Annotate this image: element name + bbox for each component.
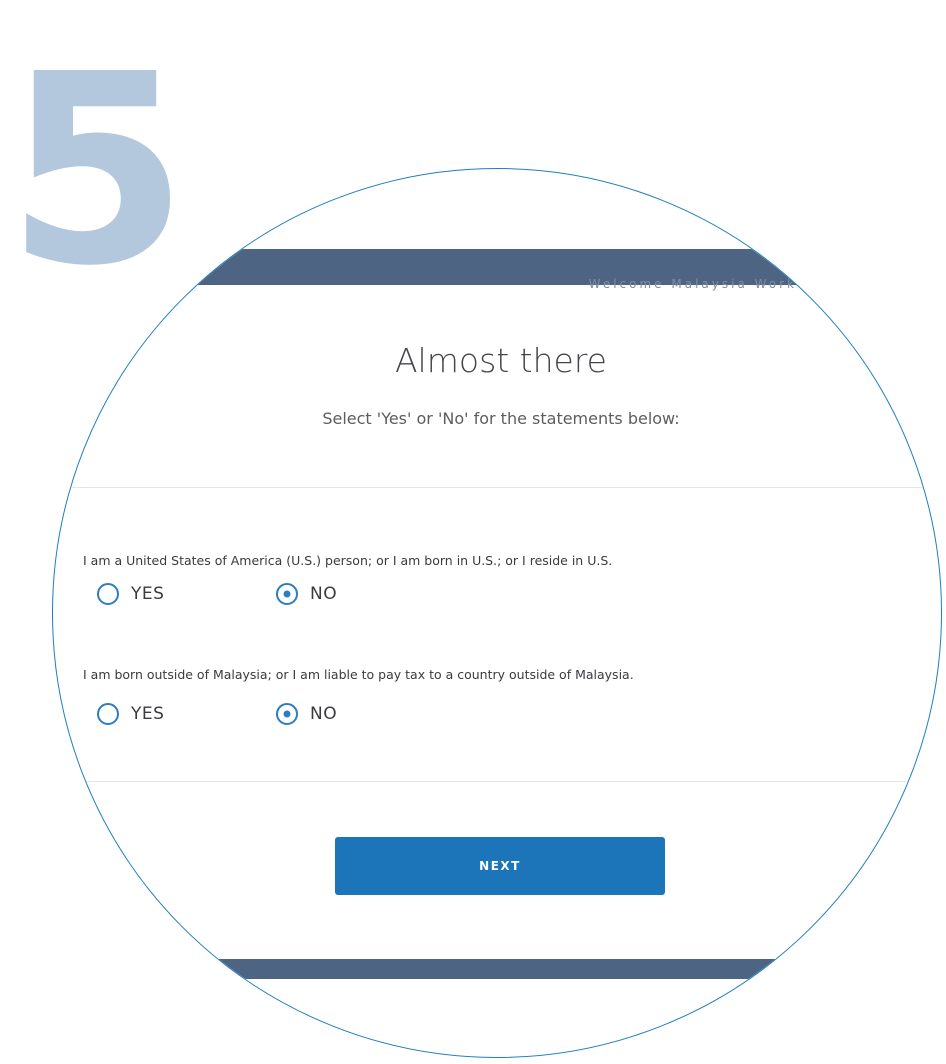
top-nav-text: Welcome Malaysia Work — [588, 277, 797, 291]
bottom-bar — [53, 959, 941, 979]
question-tax-residency: I am born outside of Malaysia; or I am l… — [83, 667, 634, 682]
q1-no-radio[interactable] — [276, 583, 298, 605]
question-us-person: I am a United States of America (U.S.) p… — [83, 553, 613, 568]
q2-yes-label: YES — [131, 704, 165, 724]
form-screen: Welcome Malaysia Work Almost there Selec… — [53, 169, 941, 1057]
page-subtitle: Select 'Yes' or 'No' for the statements … — [322, 409, 680, 428]
top-divider — [53, 487, 941, 488]
page-title: Almost there — [394, 341, 607, 380]
q1-no-option[interactable]: NO — [276, 583, 337, 605]
q1-yes-option[interactable]: YES — [97, 583, 164, 605]
q1-yes-radio[interactable] — [97, 583, 119, 605]
magnifier-lens: Welcome Malaysia Work Almost there Selec… — [52, 168, 942, 1058]
q2-no-option[interactable]: NO — [276, 703, 337, 725]
tutorial-step-illustration: 5 Welcome Malaysia Work Almost there Sel… — [0, 0, 946, 1064]
next-button[interactable]: NEXT — [335, 837, 665, 895]
top-navigation-bar — [53, 249, 941, 285]
q2-no-radio[interactable] — [276, 703, 298, 725]
q2-no-label: NO — [310, 704, 338, 724]
q2-yes-option[interactable]: YES — [97, 703, 164, 725]
q1-yes-label: YES — [131, 584, 165, 604]
bottom-divider — [53, 781, 941, 782]
q2-yes-radio[interactable] — [97, 703, 119, 725]
q1-no-label: NO — [310, 584, 338, 604]
